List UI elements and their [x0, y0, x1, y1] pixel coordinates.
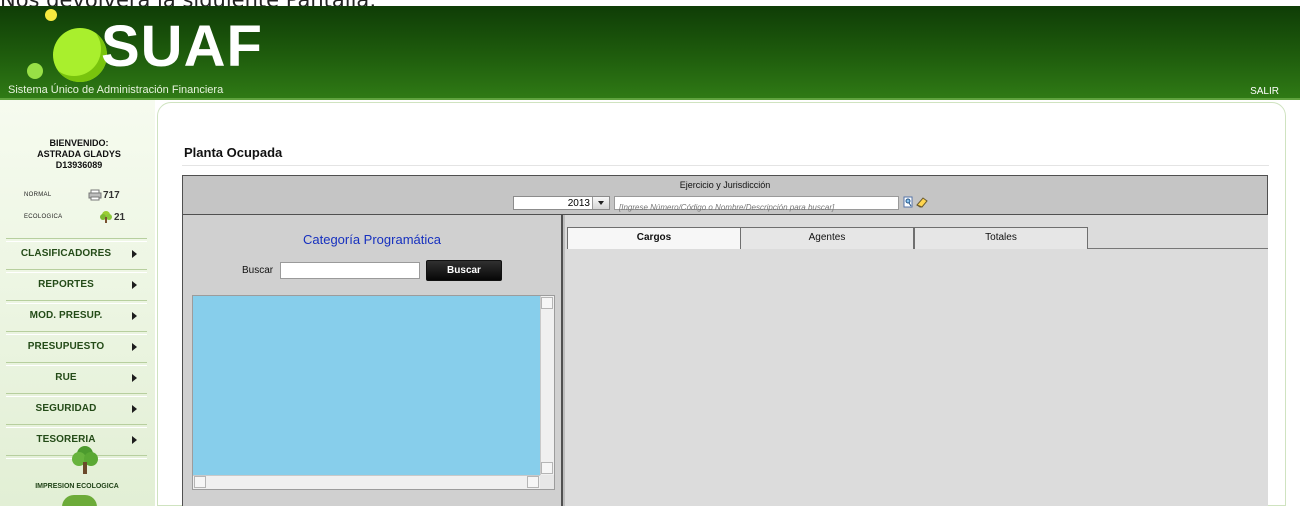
- eco-print-label: ECOLOGICA: [24, 214, 63, 220]
- tab-agentes[interactable]: Agentes: [740, 227, 914, 249]
- menu-item-label: CLASIFICADORES: [20, 248, 112, 259]
- menu-item-mod-presup[interactable]: MOD. PRESUP.: [6, 304, 147, 331]
- chevron-right-icon: [132, 436, 137, 444]
- menu-item-label: MOD. PRESUP.: [29, 310, 103, 321]
- welcome-block: BIENVENIDO: ASTRADA GLADYS D13936089: [20, 138, 138, 171]
- horizontal-scrollbar[interactable]: [193, 475, 541, 489]
- eraser-icon[interactable]: [915, 196, 929, 208]
- details-tabs: Cargos Agentes Totales: [567, 227, 1268, 249]
- scroll-up-icon[interactable]: [541, 297, 553, 309]
- chevron-right-icon: [132, 374, 137, 382]
- main-content: Planta Ocupada Ejercicio y Jurisdicción …: [157, 102, 1286, 506]
- menu-item-label: SEGURIDAD: [35, 403, 97, 414]
- year-value: 2013: [567, 198, 590, 209]
- logout-link[interactable]: SALIR: [1250, 86, 1279, 97]
- scroll-right-icon[interactable]: [527, 476, 539, 488]
- scroll-left-icon[interactable]: [194, 476, 206, 488]
- app-header: SUAF Sistema Único de Administración Fin…: [0, 6, 1300, 100]
- chevron-right-icon: [132, 343, 137, 351]
- tree-icon: [100, 211, 112, 223]
- logo-green-dot: [53, 28, 107, 82]
- tab-cargos[interactable]: Cargos: [567, 227, 741, 249]
- printer-icon: [88, 189, 102, 201]
- eco-print-counter: ECOLOGICA 21: [0, 211, 155, 225]
- chevron-right-icon: [132, 281, 137, 289]
- categoria-search-input[interactable]: [280, 262, 420, 279]
- scroll-corner: [540, 475, 554, 489]
- eco-print-count: 21: [114, 212, 126, 223]
- normal-print-counter: NORMAL 717: [0, 189, 155, 203]
- menu-item-rue[interactable]: RUE: [6, 366, 147, 393]
- menu-item-presupuesto[interactable]: PRESUPUESTO: [6, 335, 147, 362]
- chevron-right-icon: [132, 405, 137, 413]
- page-title: Planta Ocupada: [184, 145, 283, 160]
- filter-title: Ejercicio y Jurisdicción: [679, 180, 771, 190]
- planta-ocupada-panel: Ejercicio y Jurisdicción 2013 Categoría …: [182, 175, 1268, 506]
- search-button[interactable]: Buscar: [426, 260, 502, 281]
- app-subtitle: Sistema Único de Administración Financie…: [8, 84, 224, 96]
- details-pane: Cargos Agentes Totales: [565, 215, 1268, 506]
- sidebar: BIENVENIDO: ASTRADA GLADYS D13936089 NOR…: [0, 100, 155, 506]
- jurisdiction-search-input[interactable]: [615, 201, 898, 214]
- eco-badge: [62, 495, 97, 506]
- categoria-title: Categoría Programática: [302, 232, 441, 247]
- normal-print-label: NORMAL: [24, 192, 52, 198]
- tab-totales[interactable]: Totales: [914, 227, 1088, 249]
- search-label: Buscar: [242, 265, 274, 276]
- title-divider: [182, 165, 1269, 166]
- logo-yellow-dot: [45, 9, 57, 21]
- menu-item-reportes[interactable]: REPORTES: [6, 273, 147, 300]
- year-select[interactable]: 2013: [513, 196, 610, 210]
- logo-small-green-dot: [27, 63, 43, 79]
- welcome-label: BIENVENIDO:: [49, 138, 109, 148]
- user-id: D13936089: [55, 160, 103, 170]
- menu-item-clasificadores[interactable]: CLASIFICADORES: [6, 242, 147, 269]
- chevron-down-icon[interactable]: [592, 197, 609, 209]
- main-menu: CLASIFICADORES REPORTES MOD. PRESUP. PRE…: [6, 238, 147, 459]
- scroll-down-icon[interactable]: [541, 462, 553, 474]
- chevron-right-icon: [132, 312, 137, 320]
- user-name: ASTRADA GLADYS: [37, 149, 121, 159]
- filter-bar: Ejercicio y Jurisdicción 2013: [183, 176, 1267, 215]
- normal-print-count: 717: [103, 190, 120, 201]
- menu-item-label: RUE: [55, 372, 77, 383]
- categoria-tree-list[interactable]: [192, 295, 555, 490]
- menu-item-label: PRESUPUESTO: [27, 341, 105, 352]
- menu-item-seguridad[interactable]: SEGURIDAD: [6, 397, 147, 424]
- eco-tree-icon: [72, 446, 98, 474]
- vertical-scrollbar[interactable]: [540, 296, 554, 476]
- logo-text: SUAF: [101, 14, 263, 79]
- search-icon[interactable]: [902, 196, 914, 208]
- menu-item-label: REPORTES: [38, 279, 94, 290]
- categoria-programatica-pane: Categoría Programática Buscar Buscar: [183, 215, 563, 506]
- chevron-right-icon: [132, 250, 137, 258]
- jurisdiction-search-field[interactable]: [614, 196, 899, 214]
- menu-item-label: TESORERIA: [36, 434, 96, 445]
- eco-print-title: IMPRESION ECOLOGICA: [35, 483, 119, 490]
